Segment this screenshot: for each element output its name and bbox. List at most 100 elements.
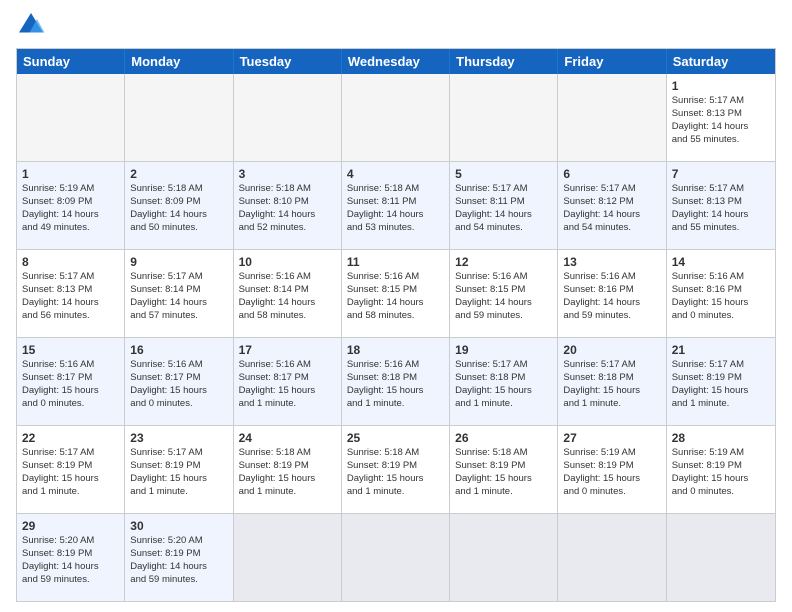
day-info-line: Sunrise: 5:16 AM [130, 359, 227, 372]
day-info-line: Daylight: 15 hours [347, 473, 444, 486]
cal-cell: 1Sunrise: 5:17 AMSunset: 8:13 PMDaylight… [667, 74, 775, 161]
day-info-line: Sunset: 8:12 PM [563, 196, 660, 209]
day-number: 17 [239, 342, 336, 358]
day-info-line: and 50 minutes. [130, 222, 227, 235]
day-info-line: Sunrise: 5:20 AM [22, 535, 119, 548]
day-info-line: Sunset: 8:14 PM [239, 284, 336, 297]
day-number: 9 [130, 254, 227, 270]
day-info-line: Daylight: 14 hours [22, 209, 119, 222]
day-info-line: Sunrise: 5:19 AM [563, 447, 660, 460]
day-info-line: and 1 minute. [672, 398, 770, 411]
cal-header-cell: Wednesday [342, 49, 450, 74]
day-number: 25 [347, 430, 444, 446]
day-info-line: and 56 minutes. [22, 310, 119, 323]
day-number: 19 [455, 342, 552, 358]
day-info-line: Sunrise: 5:18 AM [130, 183, 227, 196]
cal-cell: 11Sunrise: 5:16 AMSunset: 8:15 PMDayligh… [342, 250, 450, 337]
day-number: 23 [130, 430, 227, 446]
day-info-line: Sunrise: 5:18 AM [347, 447, 444, 460]
day-info-line: Sunset: 8:18 PM [563, 372, 660, 385]
day-number: 21 [672, 342, 770, 358]
day-info-line: Daylight: 14 hours [672, 209, 770, 222]
day-info-line: Daylight: 14 hours [563, 209, 660, 222]
day-info-line: Sunrise: 5:18 AM [347, 183, 444, 196]
day-info-line: Sunset: 8:15 PM [455, 284, 552, 297]
day-info-line: Sunset: 8:19 PM [672, 372, 770, 385]
day-info-line: and 54 minutes. [455, 222, 552, 235]
cal-cell [667, 514, 775, 601]
day-info-line: Sunset: 8:19 PM [130, 548, 227, 561]
day-number: 4 [347, 166, 444, 182]
day-info-line: and 0 minutes. [672, 310, 770, 323]
day-info-line: Daylight: 14 hours [130, 297, 227, 310]
day-info-line: Daylight: 15 hours [239, 385, 336, 398]
day-number: 1 [22, 166, 119, 182]
day-number: 26 [455, 430, 552, 446]
day-info-line: and 1 minute. [239, 486, 336, 499]
day-number: 3 [239, 166, 336, 182]
calendar-header-row: SundayMondayTuesdayWednesdayThursdayFrid… [17, 49, 775, 74]
day-info-line: Sunset: 8:16 PM [563, 284, 660, 297]
day-info-line: Sunset: 8:19 PM [22, 548, 119, 561]
day-info-line: Sunset: 8:09 PM [130, 196, 227, 209]
day-info-line: Sunset: 8:11 PM [347, 196, 444, 209]
cal-cell: 19Sunrise: 5:17 AMSunset: 8:18 PMDayligh… [450, 338, 558, 425]
day-info-line: Sunset: 8:17 PM [22, 372, 119, 385]
cal-cell: 15Sunrise: 5:16 AMSunset: 8:17 PMDayligh… [17, 338, 125, 425]
day-info-line: Daylight: 15 hours [347, 385, 444, 398]
cal-cell [450, 74, 558, 161]
day-info-line: Sunset: 8:19 PM [347, 460, 444, 473]
day-number: 1 [672, 78, 770, 94]
cal-cell: 25Sunrise: 5:18 AMSunset: 8:19 PMDayligh… [342, 426, 450, 513]
day-number: 5 [455, 166, 552, 182]
day-info-line: Sunset: 8:19 PM [130, 460, 227, 473]
day-info-line: Sunrise: 5:17 AM [563, 359, 660, 372]
day-number: 13 [563, 254, 660, 270]
cal-cell: 9Sunrise: 5:17 AMSunset: 8:14 PMDaylight… [125, 250, 233, 337]
day-info-line: Daylight: 15 hours [563, 385, 660, 398]
day-info-line: Sunrise: 5:17 AM [563, 183, 660, 196]
day-info-line: Daylight: 15 hours [563, 473, 660, 486]
day-info-line: Sunrise: 5:17 AM [672, 183, 770, 196]
day-info-line: Daylight: 14 hours [455, 209, 552, 222]
day-info-line: Daylight: 14 hours [347, 209, 444, 222]
day-info-line: Sunset: 8:19 PM [563, 460, 660, 473]
day-info-line: Sunset: 8:13 PM [672, 196, 770, 209]
day-info-line: and 1 minute. [130, 486, 227, 499]
day-info-line: Daylight: 14 hours [130, 561, 227, 574]
day-info-line: and 59 minutes. [22, 574, 119, 587]
cal-cell: 18Sunrise: 5:16 AMSunset: 8:18 PMDayligh… [342, 338, 450, 425]
day-info-line: Sunrise: 5:17 AM [130, 271, 227, 284]
header [16, 10, 776, 40]
day-info-line: and 1 minute. [239, 398, 336, 411]
day-number: 11 [347, 254, 444, 270]
day-info-line: Daylight: 15 hours [239, 473, 336, 486]
cal-cell: 23Sunrise: 5:17 AMSunset: 8:19 PMDayligh… [125, 426, 233, 513]
day-info-line: Daylight: 15 hours [672, 473, 770, 486]
day-info-line: Sunrise: 5:17 AM [455, 183, 552, 196]
day-number: 24 [239, 430, 336, 446]
day-number: 22 [22, 430, 119, 446]
cal-cell: 29Sunrise: 5:20 AMSunset: 8:19 PMDayligh… [17, 514, 125, 601]
day-info-line: and 54 minutes. [563, 222, 660, 235]
cal-header-cell: Saturday [667, 49, 775, 74]
day-info-line: Sunset: 8:15 PM [347, 284, 444, 297]
day-number: 18 [347, 342, 444, 358]
cal-cell [558, 514, 666, 601]
cal-cell: 8Sunrise: 5:17 AMSunset: 8:13 PMDaylight… [17, 250, 125, 337]
day-info-line: Sunrise: 5:17 AM [130, 447, 227, 460]
day-info-line: Sunset: 8:16 PM [672, 284, 770, 297]
day-info-line: Daylight: 15 hours [22, 473, 119, 486]
day-info-line: Sunset: 8:19 PM [239, 460, 336, 473]
cal-header-cell: Tuesday [234, 49, 342, 74]
day-info-line: Daylight: 15 hours [672, 385, 770, 398]
day-info-line: and 0 minutes. [130, 398, 227, 411]
cal-cell [234, 514, 342, 601]
cal-cell: 5Sunrise: 5:17 AMSunset: 8:11 PMDaylight… [450, 162, 558, 249]
cal-cell: 27Sunrise: 5:19 AMSunset: 8:19 PMDayligh… [558, 426, 666, 513]
day-info-line: Sunrise: 5:18 AM [455, 447, 552, 460]
day-info-line: Sunset: 8:10 PM [239, 196, 336, 209]
cal-cell [450, 514, 558, 601]
cal-header-cell: Thursday [450, 49, 558, 74]
cal-cell [342, 74, 450, 161]
